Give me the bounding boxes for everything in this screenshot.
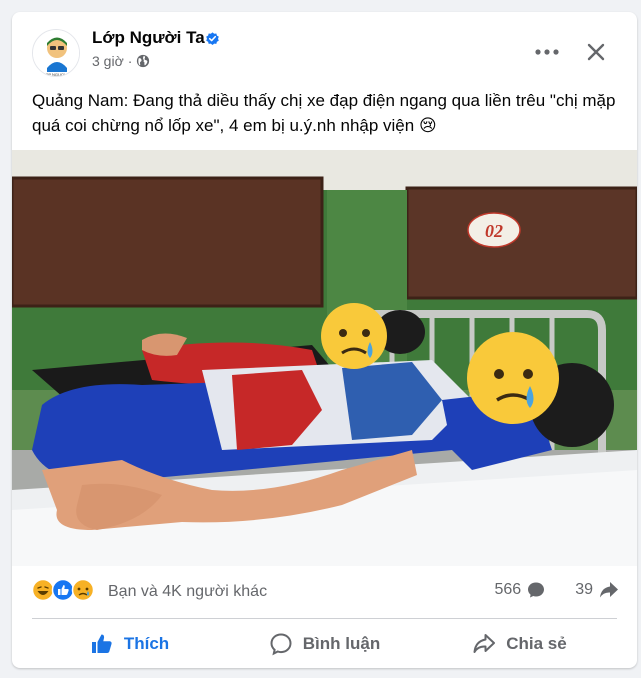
- crying-emoji-icon: 😢: [418, 116, 437, 135]
- post-card: LOP NGUOI TA Lớp Người Ta 3 giờ · Quảng …: [12, 12, 637, 668]
- reactions-summary[interactable]: Bạn và 4K người khác: [108, 583, 267, 601]
- post-time[interactable]: 3 giờ: [92, 53, 124, 69]
- comment-count-icon: [528, 582, 545, 598]
- avatar-text: LOP NGUOI TA: [43, 72, 71, 77]
- share-count-icon: [600, 582, 618, 598]
- more-icon: [535, 49, 559, 55]
- comment-label: Bình luận: [302, 634, 381, 653]
- post-caption: Quảng Nam: Đang thả diều thấy chị xe đạp…: [32, 88, 617, 138]
- reaction-icons[interactable]: [32, 579, 104, 601]
- hospital-bed-photo: 02: [12, 150, 637, 566]
- bed-number-text: 02: [485, 221, 503, 241]
- like-label: Thích: [123, 634, 170, 653]
- more-options-button[interactable]: [532, 42, 562, 62]
- verified-badge-icon: [206, 32, 219, 45]
- share-icon: [473, 634, 496, 653]
- post-photo[interactable]: 02: [12, 150, 637, 566]
- shares-count[interactable]: 39: [575, 581, 593, 599]
- page-name[interactable]: Lớp Người Ta: [92, 28, 205, 48]
- globe-icon[interactable]: [136, 54, 150, 68]
- engagement-counts: 566 39: [495, 581, 620, 599]
- post-header: LOP NGUOI TA Lớp Người Ta 3 giờ ·: [12, 12, 637, 87]
- sad-reaction-icon: [71, 579, 95, 601]
- avatar-image: LOP NGUOI TA: [33, 30, 79, 77]
- thumbs-up-icon: [91, 634, 112, 653]
- post-meta: 3 giờ ·: [92, 53, 150, 69]
- haha-reaction-icon: [32, 579, 55, 601]
- reactions-row: Bạn và 4K người khác 566 39: [12, 566, 637, 614]
- caption-text: Quảng Nam: Đang thả diều thấy chị xe đạp…: [32, 91, 616, 135]
- comments-count[interactable]: 566: [495, 581, 522, 599]
- meta-separator: ·: [127, 53, 133, 69]
- close-icon: [587, 43, 605, 61]
- like-reaction-icon: [51, 579, 75, 601]
- actions-divider: [32, 618, 617, 619]
- close-button[interactable]: [580, 36, 612, 68]
- share-button[interactable]: Chia sẻ: [422, 624, 617, 664]
- comment-icon: [270, 633, 292, 656]
- comment-button[interactable]: Bình luận: [227, 624, 422, 664]
- like-button[interactable]: Thích: [32, 624, 227, 664]
- share-label: Chia sẻ: [506, 634, 567, 653]
- post-actions: Thích Bình luận Chia sẻ: [32, 624, 617, 664]
- page-avatar[interactable]: LOP NGUOI TA: [32, 29, 80, 77]
